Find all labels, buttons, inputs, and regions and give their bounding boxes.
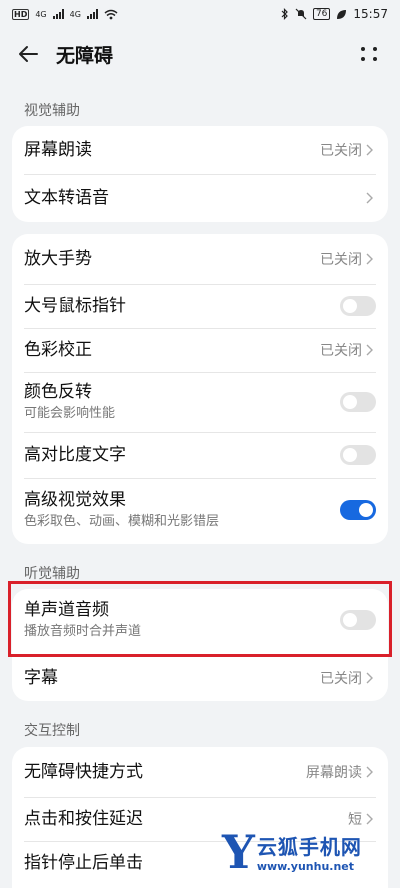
row-magnification[interactable]: 放大手势 已关闭 — [12, 234, 388, 284]
status-left: HD 4G 4G — [12, 8, 118, 20]
row-large-pointer[interactable]: 大号鼠标指针 — [12, 284, 388, 328]
row-high-contrast-text[interactable]: 高对比度文字 — [12, 432, 388, 478]
row-text-to-speech[interactable]: 文本转语音 — [12, 174, 388, 222]
row-value: 已关闭 — [320, 143, 362, 159]
watermark-url: www.yunhu.net — [256, 860, 355, 873]
row-subtitle: 色彩取色、动画、模糊和光影错层 — [24, 514, 220, 529]
status-time: 15:57 — [353, 7, 388, 21]
network-label-2: 4G — [69, 9, 81, 19]
large-pointer-toggle[interactable] — [340, 296, 376, 316]
row-accessibility-shortcut[interactable]: 无障碍快捷方式 屏幕朗读 — [12, 747, 388, 797]
row-value: 已关闭 — [320, 671, 362, 687]
mute-bell-icon — [295, 8, 307, 20]
row-mono-audio[interactable]: 单声道音频 播放音频时合并声道 — [12, 589, 388, 651]
row-captions[interactable]: 字幕 已关闭 — [12, 655, 388, 701]
app-bar: 无障碍 — [0, 30, 400, 78]
section-header-visual: 视觉辅助 — [24, 103, 80, 119]
row-screen-reader[interactable]: 屏幕朗读 已关闭 — [12, 126, 388, 174]
row-subtitle: 可能会影响性能 — [24, 406, 116, 421]
row-title: 字幕 — [24, 668, 58, 688]
row-title: 高级视觉效果 — [24, 490, 126, 510]
section-header-hearing: 听觉辅助 — [24, 566, 80, 582]
row-title: 颜色反转 — [24, 382, 92, 402]
row-value: 屏幕朗读 — [306, 765, 362, 781]
row-title: 单声道音频 — [24, 600, 109, 620]
section-header-interaction: 交互控制 — [24, 723, 80, 739]
row-title: 无障碍快捷方式 — [24, 762, 143, 782]
row-advanced-visual-effects[interactable]: 高级视觉效果 色彩取色、动画、模糊和光影错层 — [12, 478, 388, 542]
back-button[interactable] — [0, 30, 56, 78]
arrow-left-icon — [19, 46, 38, 62]
row-title: 高对比度文字 — [24, 445, 126, 465]
card-visual-secondary: 放大手势 已关闭 大号鼠标指针 色彩校正 已关闭 颜色反转 可能会影响性能 高对… — [12, 234, 388, 544]
row-color-inversion[interactable]: 颜色反转 可能会影响性能 — [12, 372, 388, 432]
chevron-right-icon — [366, 765, 376, 779]
chevron-right-icon — [366, 143, 376, 157]
status-bar: HD 4G 4G 76 15:57 — [0, 0, 400, 28]
row-title: 放大手势 — [24, 249, 92, 269]
network-label-1: 4G — [35, 9, 47, 19]
row-value: 已关闭 — [320, 252, 362, 268]
row-value: 已关闭 — [320, 343, 362, 359]
row-title: 屏幕朗读 — [24, 140, 92, 160]
page-title: 无障碍 — [56, 44, 114, 67]
more-dots-icon — [361, 47, 365, 51]
chevron-right-icon — [366, 252, 376, 266]
color-inversion-toggle[interactable] — [340, 392, 376, 412]
status-right: 76 15:57 — [281, 7, 388, 21]
battery-indicator: 76 — [312, 8, 331, 20]
chevron-right-icon — [366, 671, 376, 685]
watermark-name: 云狐手机网 — [256, 835, 362, 859]
bluetooth-icon — [281, 8, 288, 20]
card-visual-primary: 屏幕朗读 已关闭 文本转语音 — [12, 126, 388, 222]
leaf-icon — [337, 9, 347, 19]
row-title: 大号鼠标指针 — [24, 296, 126, 316]
more-button[interactable] — [358, 42, 382, 66]
wifi-icon — [104, 9, 118, 19]
watermark-logo: Y — [222, 825, 255, 879]
advanced-visual-toggle[interactable] — [340, 500, 376, 520]
signal-icon-2 — [86, 9, 98, 19]
watermark: Y 云狐手机网 www.yunhu.net — [222, 826, 396, 878]
high-contrast-toggle[interactable] — [340, 445, 376, 465]
card-hearing: 单声道音频 播放音频时合并声道 字幕 已关闭 — [12, 589, 388, 701]
chevron-right-icon — [366, 812, 376, 826]
hd-badge: HD — [12, 8, 30, 20]
row-title: 文本转语音 — [24, 188, 109, 208]
row-subtitle: 播放音频时合并声道 — [24, 624, 142, 639]
row-color-correction[interactable]: 色彩校正 已关闭 — [12, 328, 388, 372]
signal-icon — [52, 9, 64, 19]
chevron-right-icon — [366, 191, 376, 205]
row-title: 色彩校正 — [24, 340, 92, 360]
chevron-right-icon — [366, 343, 376, 357]
mono-audio-toggle[interactable] — [340, 610, 376, 630]
